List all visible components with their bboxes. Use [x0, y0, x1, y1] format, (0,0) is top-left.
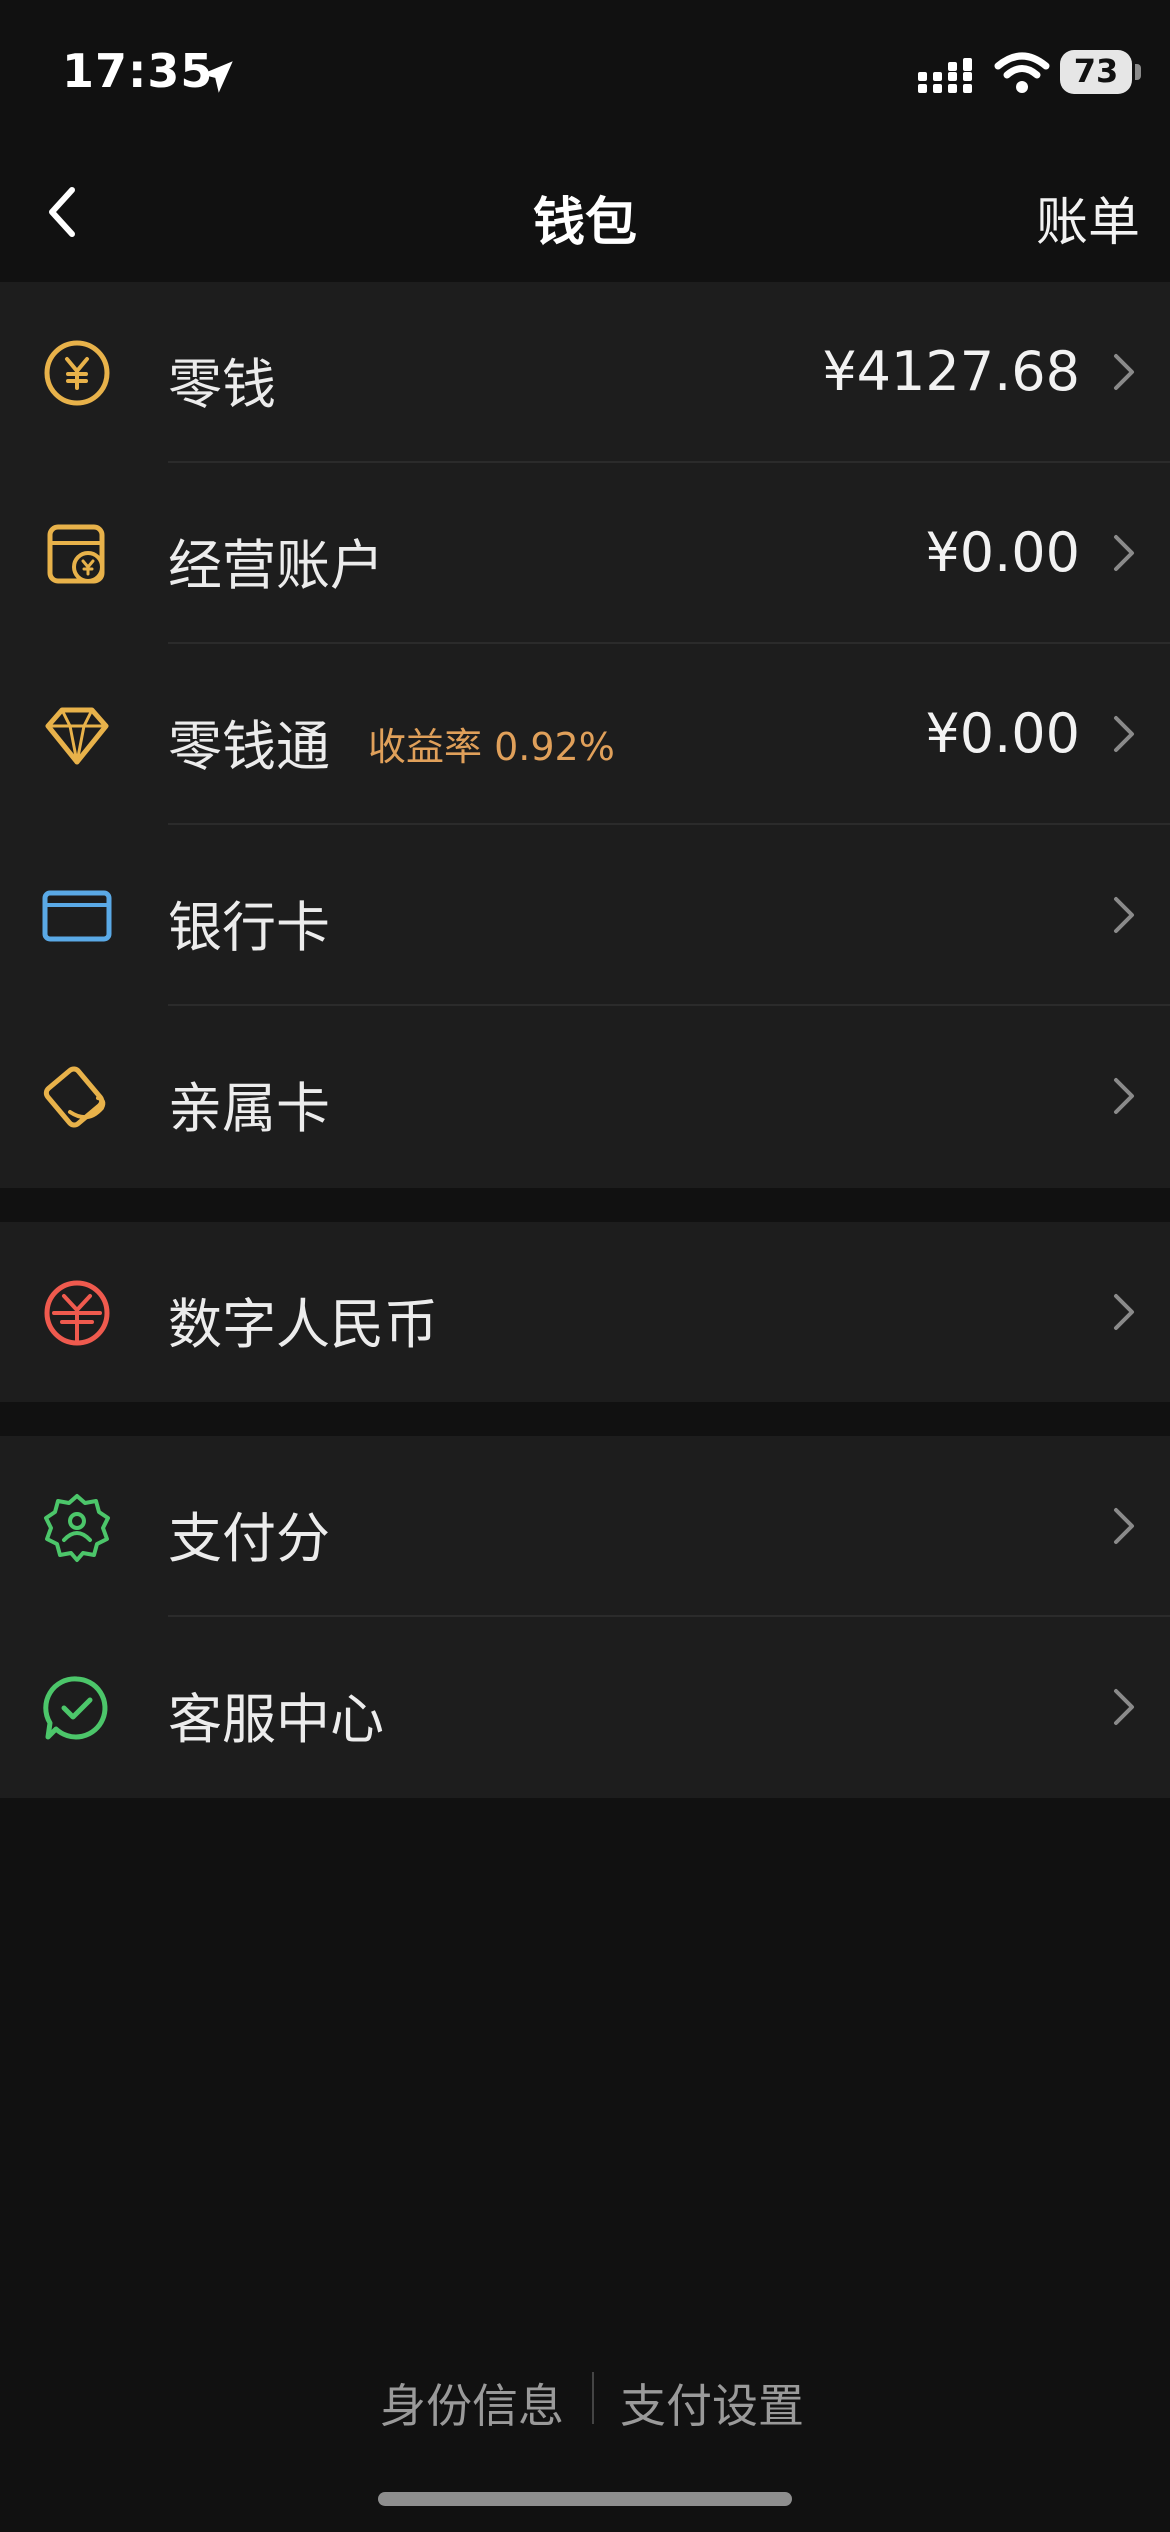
- wallet-group-services: 支付分 客服中心: [0, 1436, 1170, 1798]
- pay-score-icon: [44, 1494, 110, 1562]
- chevron-right-icon: [1114, 1294, 1134, 1330]
- item-label: 客服中心: [168, 1688, 384, 1751]
- customer-service-icon: [43, 1676, 108, 1740]
- diamond-icon: [45, 707, 109, 765]
- chevron-right-icon: [1114, 1689, 1134, 1725]
- list-item-family-card[interactable]: 亲属卡: [0, 1006, 1170, 1187]
- yuan-coin-icon: [44, 340, 110, 406]
- footer-links: 身份信息 支付设置: [0, 2362, 1170, 2433]
- list-item-change[interactable]: 零钱 ¥4127.68: [0, 282, 1170, 463]
- wallet-group-digital: 数字人民币: [0, 1222, 1170, 1402]
- item-label: 零钱通: [168, 715, 330, 778]
- chevron-right-icon: [1114, 897, 1134, 933]
- wifi-icon: [994, 52, 1050, 93]
- item-value: ¥0.00: [925, 702, 1080, 765]
- item-label: 银行卡: [168, 896, 330, 959]
- yield-rate-label: 收益率 0.92%: [368, 725, 615, 769]
- list-item-pay-score[interactable]: 支付分: [0, 1436, 1170, 1617]
- wallet-group-main: 零钱 ¥4127.68 经营账户 ¥0.00 零钱通 收益率 0.92% ¥0.…: [0, 282, 1170, 1188]
- identity-info-link[interactable]: 身份信息: [380, 2370, 564, 2436]
- chevron-right-icon: [1114, 354, 1134, 390]
- battery-level: 73: [1073, 52, 1119, 90]
- cellular-signal-icon: [918, 58, 972, 93]
- chevron-right-icon: [1114, 716, 1134, 752]
- home-indicator: [378, 2492, 792, 2506]
- item-value: ¥4127.68: [822, 340, 1080, 403]
- list-item-lqt[interactable]: 零钱通 收益率 0.92% ¥0.00: [0, 644, 1170, 825]
- list-item-business-account[interactable]: 经营账户 ¥0.00: [0, 463, 1170, 644]
- family-card-icon: [43, 1066, 106, 1128]
- list-item-digital-rmb[interactable]: 数字人民币: [0, 1222, 1170, 1402]
- chevron-right-icon: [1114, 535, 1134, 571]
- location-arrow-icon: [201, 61, 233, 93]
- battery-icon: 73: [1060, 50, 1142, 94]
- status-bar: 17:35 73: [0, 0, 1170, 150]
- store-account-icon: [47, 524, 105, 584]
- list-item-bank-card[interactable]: 银行卡: [0, 825, 1170, 1006]
- bank-card-icon: [42, 890, 112, 942]
- digital-rmb-icon: [44, 1280, 110, 1346]
- page-title: 钱包: [532, 193, 637, 253]
- list-item-customer-service[interactable]: 客服中心: [0, 1617, 1170, 1798]
- item-label: 经营账户: [168, 534, 384, 597]
- item-label: 支付分: [168, 1507, 330, 1570]
- item-label: 亲属卡: [168, 1077, 330, 1140]
- wallet-screen: 17:35 73 钱包 账单 零钱 ¥4127.68 经营账户 ¥0.00 零钱…: [0, 0, 1170, 2532]
- item-value: ¥0.00: [925, 521, 1080, 584]
- item-label: 零钱: [168, 353, 276, 416]
- item-label: 数字人民币: [168, 1293, 438, 1356]
- bills-button[interactable]: 账单: [1036, 180, 1140, 255]
- chevron-right-icon: [1114, 1508, 1134, 1544]
- chevron-right-icon: [1114, 1078, 1134, 1114]
- nav-bar: 钱包 账单: [0, 150, 1170, 280]
- payment-settings-link[interactable]: 支付设置: [620, 2370, 804, 2436]
- footer-divider: [592, 2372, 594, 2424]
- status-time: 17:35: [62, 44, 214, 98]
